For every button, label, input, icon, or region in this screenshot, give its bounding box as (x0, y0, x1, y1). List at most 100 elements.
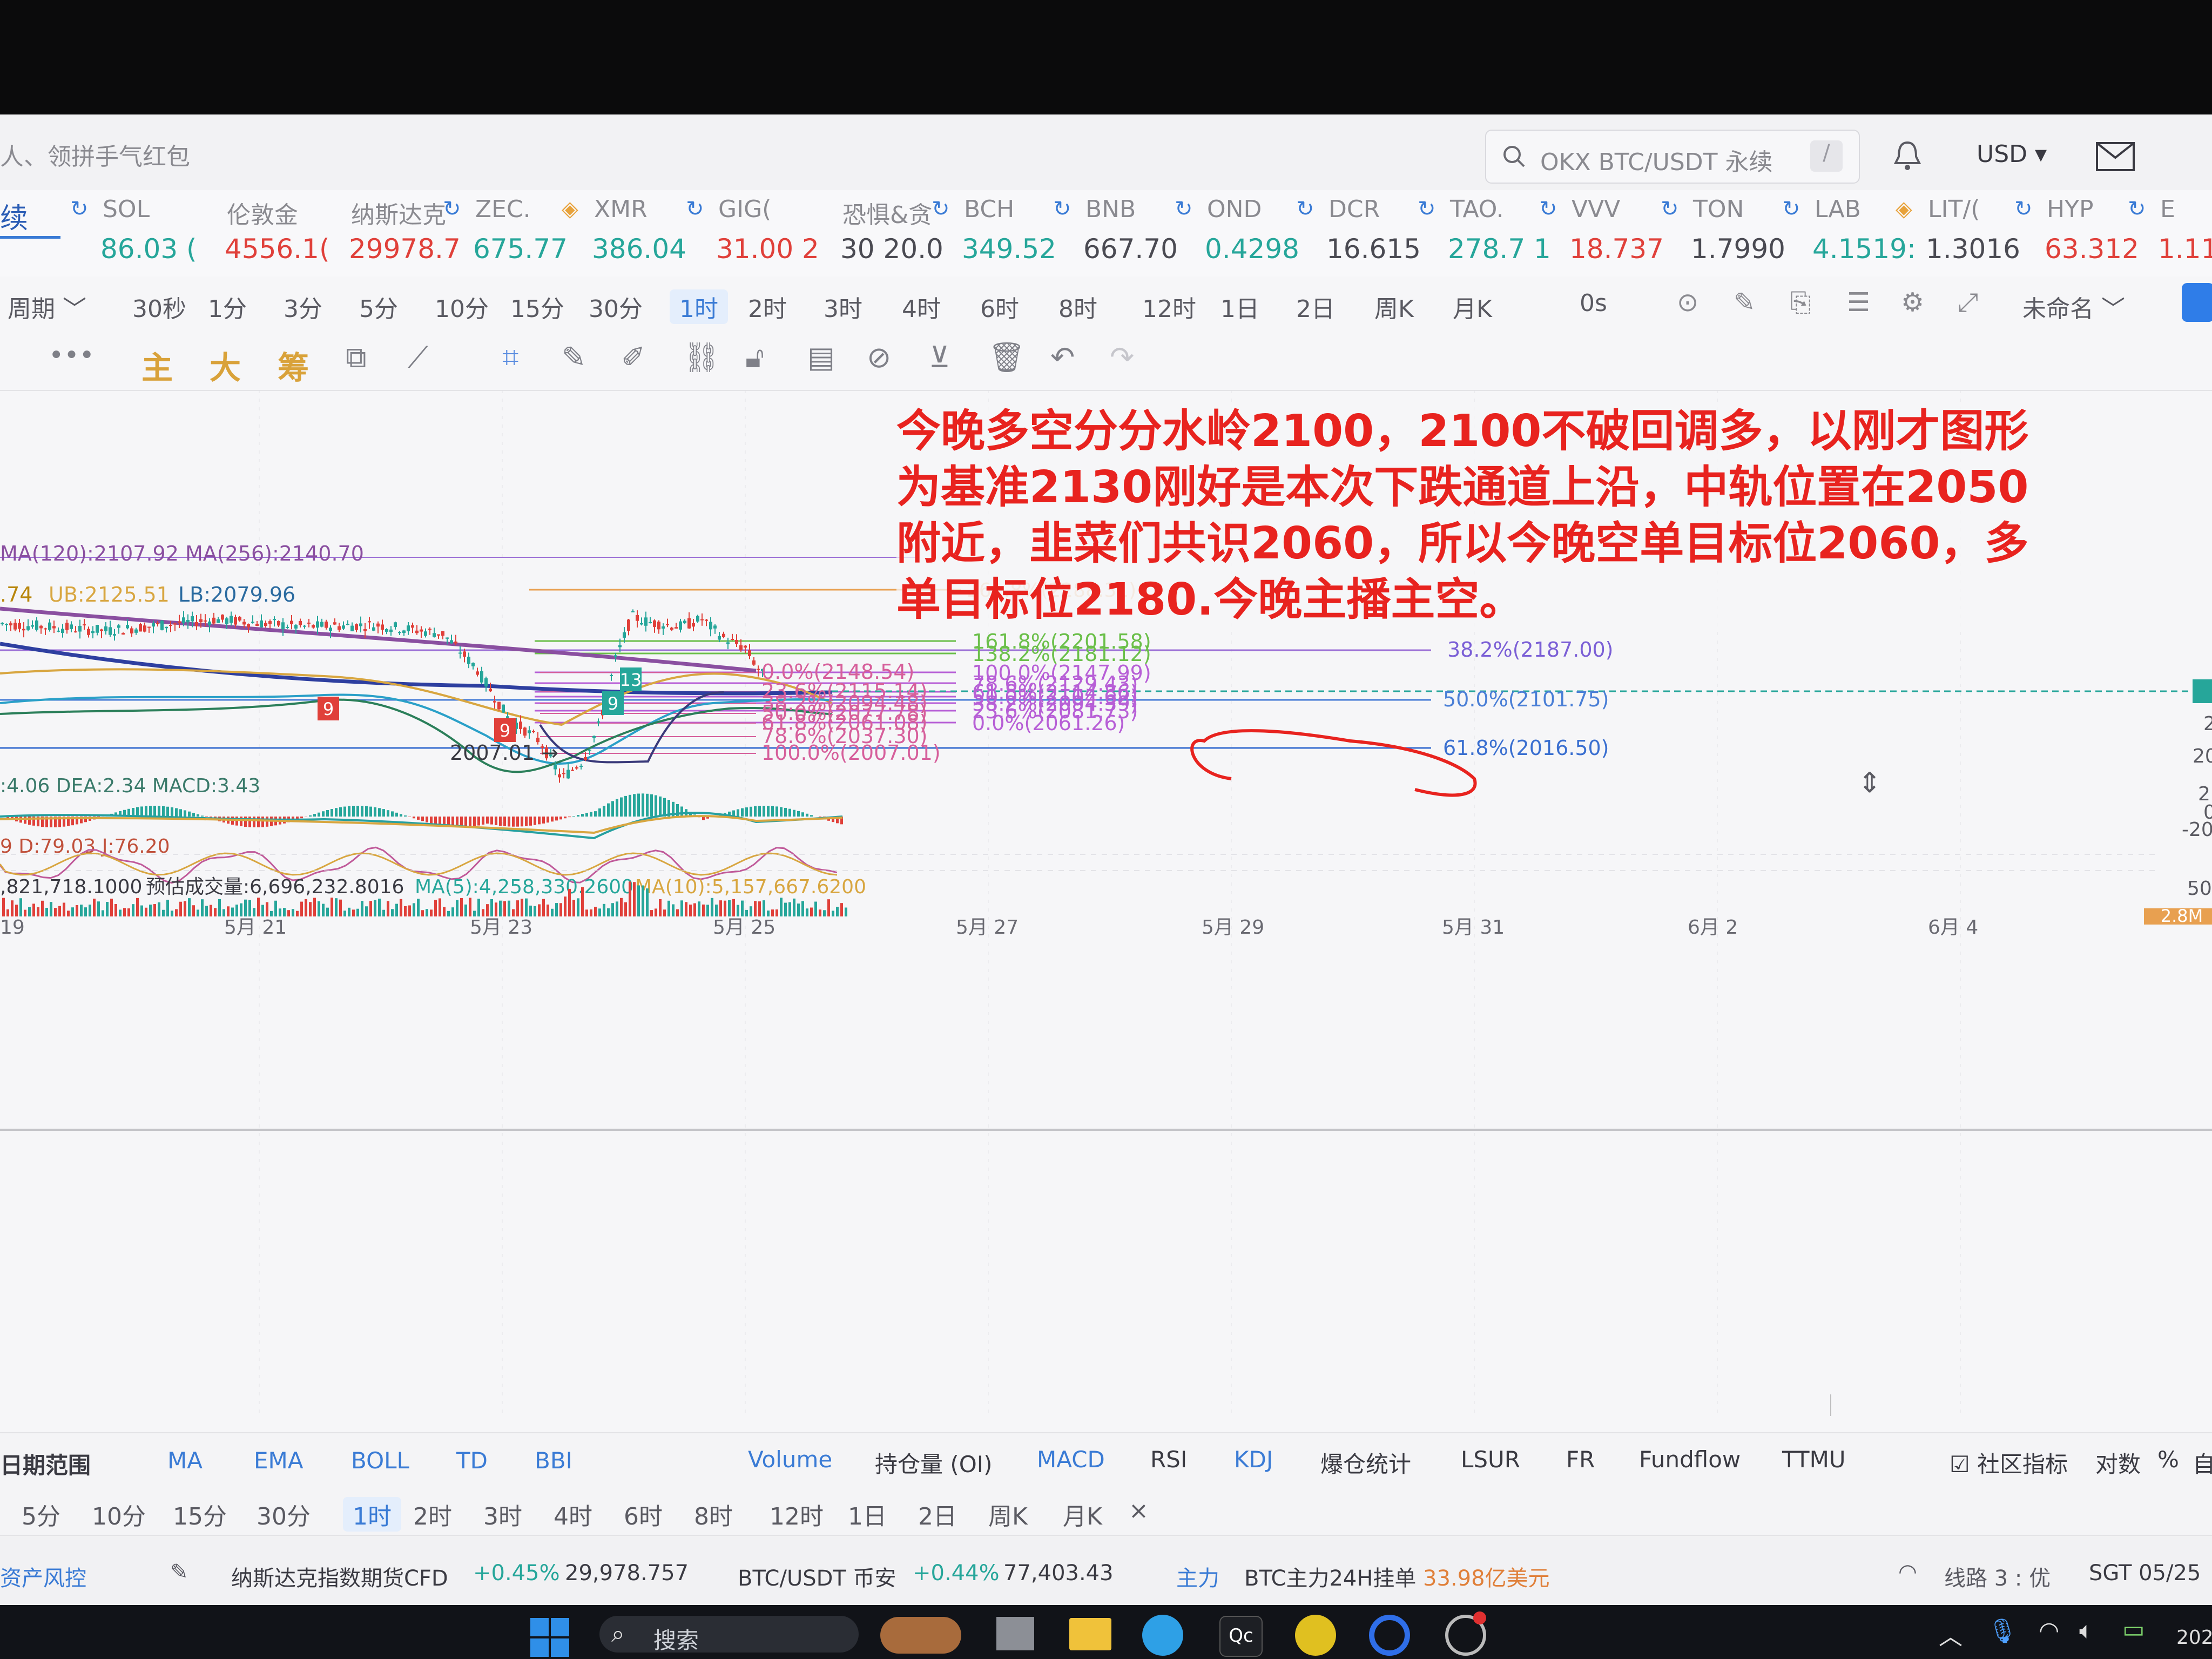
period-12[interactable]: 8时 (1058, 289, 1097, 324)
battery-icon[interactable]: ▭ (2122, 1616, 2145, 1643)
range-period-9[interactable]: 8时 (694, 1497, 733, 1532)
indicator-boll[interactable]: BOLL (351, 1447, 409, 1474)
indicator-b-4[interactable]: KDJ (1234, 1446, 1273, 1473)
app-blue-c-icon[interactable] (1369, 1615, 1410, 1656)
range-period-12[interactable]: 2日 (918, 1497, 957, 1532)
period-6[interactable]: 30分 (589, 289, 643, 324)
nasdaq-label[interactable]: 纳斯达克指数期货CFD (231, 1561, 448, 1592)
period-10[interactable]: 4时 (902, 289, 941, 324)
mail-icon[interactable] (2095, 141, 2135, 172)
indicator-b-8[interactable]: Fundflow (1639, 1446, 1741, 1473)
indicator-b-5[interactable]: 爆仓统计 (1320, 1446, 1411, 1479)
period-14[interactable]: 1日 (1220, 289, 1259, 324)
account-button[interactable] (2182, 283, 2212, 322)
app-yellow-icon[interactable] (1295, 1615, 1336, 1656)
windows-start-icon[interactable] (529, 1617, 570, 1658)
period-17[interactable]: 月K (1453, 289, 1492, 324)
trash-icon[interactable]: 🗑︎ (988, 340, 1026, 375)
community-indicator-button[interactable]: ☑ 社区指标 (1950, 1446, 2068, 1479)
indicator-b-3[interactable]: RSI (1150, 1446, 1187, 1473)
period-label[interactable]: 周期 ﹀ (8, 289, 86, 324)
percent-toggle[interactable]: % (2157, 1446, 2179, 1473)
main-force-button[interactable]: 主 (141, 342, 173, 388)
period-11[interactable]: 6时 (980, 289, 1019, 324)
period-2[interactable]: 3分 (284, 289, 322, 324)
note-icon[interactable]: ▤ (807, 340, 835, 374)
range-period-0[interactable]: 5分 (22, 1497, 60, 1532)
range-period-2[interactable]: 15分 (173, 1497, 227, 1532)
indicator-ma[interactable]: MA (167, 1447, 203, 1474)
period-7[interactable]: 1时 (670, 289, 728, 324)
magnet-icon[interactable]: ⊘ (867, 340, 891, 374)
tab-active[interactable]: 续 (0, 195, 61, 239)
indicator-bbi[interactable]: BBI (535, 1447, 572, 1474)
currency-select[interactable]: USD ▾ (1977, 140, 2047, 168)
range-period-6[interactable]: 3时 (483, 1497, 522, 1532)
range-period-11[interactable]: 1日 (848, 1497, 887, 1532)
search-box[interactable]: OKX BTC/USDT 永续 / (1485, 130, 1860, 184)
period-13[interactable]: 12时 (1142, 289, 1196, 324)
range-period-7[interactable]: 4时 (554, 1497, 592, 1532)
indicator-b-7[interactable]: FR (1566, 1446, 1595, 1473)
edit-icon[interactable]: ✎ (170, 1560, 188, 1584)
camera-icon[interactable]: ⊙ (1677, 287, 1698, 318)
range-period-10[interactable]: 12时 (770, 1497, 824, 1532)
period-0[interactable]: 30秒 (132, 289, 186, 324)
copy-icon[interactable]: ⎘ (1790, 287, 1811, 318)
range-period-14[interactable]: 月K (1063, 1497, 1102, 1532)
period-15[interactable]: 2日 (1296, 289, 1335, 324)
ruler-icon[interactable]: ✎ (562, 340, 586, 374)
undo-icon[interactable]: ↶ (1050, 340, 1075, 374)
template-select[interactable]: 未命名 ﹀ (2022, 289, 2125, 324)
wifi-icon[interactable]: ◠ (2039, 1617, 2059, 1644)
period-3[interactable]: 5分 (359, 289, 398, 324)
bell-icon[interactable] (1890, 138, 1925, 173)
range-period-13[interactable]: 周K (988, 1497, 1028, 1532)
indicator-b-0[interactable]: Volume (748, 1446, 832, 1473)
filter-icon[interactable]: ⊻ (929, 340, 950, 374)
taskbar-search[interactable]: ⌕ 搜索 (599, 1616, 859, 1654)
measure-icon[interactable]: ⟋ (408, 340, 428, 375)
big-order-button[interactable]: 大 (210, 342, 241, 388)
task-view-icon[interactable] (996, 1617, 1034, 1650)
lock-icon[interactable]: 🔓︎ (745, 340, 764, 375)
period-4[interactable]: 10分 (435, 289, 489, 324)
range-period-4[interactable]: 1时 (343, 1497, 401, 1532)
pen-icon[interactable]: ✐ (621, 340, 645, 374)
range-period-3[interactable]: 30分 (257, 1497, 311, 1532)
app-qc-icon[interactable]: Qc (1219, 1616, 1263, 1657)
indicator-b-1[interactable]: 持仓量 (OI) (875, 1446, 993, 1479)
range-period-8[interactable]: 6时 (624, 1497, 663, 1532)
redo-icon[interactable]: ↷ (1110, 340, 1134, 374)
period-16[interactable]: 周K (1374, 289, 1414, 324)
main-force-tag[interactable]: 主力 (1176, 1561, 1219, 1592)
tray-chevron-icon[interactable]: ︿ (1939, 1617, 1963, 1651)
range-period-5[interactable]: 2时 (413, 1497, 452, 1532)
indicator-b-9[interactable]: TTMU (1782, 1446, 1846, 1473)
frame-icon[interactable]: ⧉ (346, 340, 367, 375)
news-widget-icon[interactable] (880, 1617, 961, 1654)
asset-risk-link[interactable]: 资产风控 (0, 1561, 86, 1592)
search-input[interactable]: OKX BTC/USDT 永续 (1540, 143, 1773, 177)
auto-toggle[interactable]: 自 (2193, 1446, 2212, 1479)
date-range-label[interactable]: 日期范围 (0, 1447, 91, 1480)
indicator-td[interactable]: TD (456, 1447, 488, 1474)
pencil-icon[interactable]: ✎ (1734, 287, 1755, 318)
range-period-15[interactable]: × (1129, 1497, 1149, 1525)
promo-text[interactable]: 人、领拼手气红包 (0, 137, 190, 172)
period-8[interactable]: 2时 (748, 289, 787, 324)
indicator-b-6[interactable]: LSUR (1461, 1446, 1520, 1473)
indicator-ema[interactable]: EMA (254, 1447, 304, 1474)
log-toggle[interactable]: 对数 (2095, 1446, 2141, 1479)
range-period-1[interactable]: 10分 (92, 1497, 146, 1532)
crop-icon[interactable]: ⌗ (502, 340, 518, 375)
speaker-icon[interactable]: 🔈︎ (2079, 1617, 2093, 1644)
period-1[interactable]: 1分 (208, 289, 247, 324)
file-explorer-icon[interactable] (1069, 1618, 1111, 1650)
fullscreen-icon[interactable]: ⤢ (1958, 287, 1978, 318)
edge-browser-icon[interactable] (1142, 1615, 1183, 1656)
chip-button[interactable]: 筹 (278, 342, 309, 388)
link-icon[interactable]: ⛓ (683, 340, 720, 375)
period-5[interactable]: 15分 (510, 289, 564, 324)
period-9[interactable]: 3时 (824, 289, 862, 324)
